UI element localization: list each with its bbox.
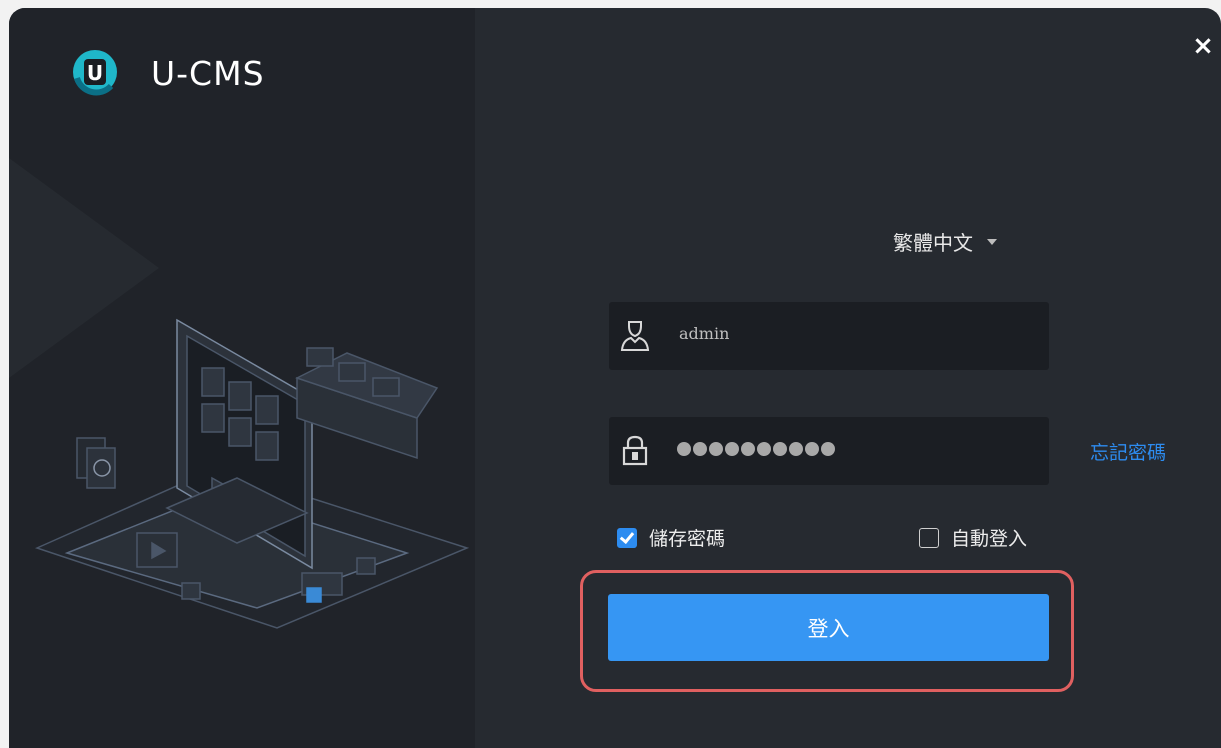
logo-letter: U [87, 61, 103, 85]
language-selector[interactable]: 繁體中文 [893, 227, 997, 256]
close-icon[interactable]: × [1192, 33, 1214, 59]
user-icon [620, 321, 650, 351]
lock-icon [622, 435, 648, 466]
language-label: 繁體中文 [893, 231, 973, 255]
auto-login-checkbox[interactable]: 自動登入 [919, 524, 1027, 551]
login-window: U U-CMS × 繁體中文 admin 忘記密碼 儲存密碼 自動登入 登入 [9, 8, 1221, 748]
illustration-panel: U U-CMS [9, 8, 475, 748]
app-title: U-CMS [151, 54, 265, 93]
auto-login-label: 自動登入 [951, 528, 1028, 550]
password-mask [677, 442, 835, 456]
remember-password-checkbox[interactable]: 儲存密碼 [617, 524, 725, 551]
username-value: admin [679, 324, 730, 343]
checkbox-unchecked-icon [919, 527, 939, 548]
password-field[interactable] [609, 417, 1049, 485]
forgot-password-link[interactable]: 忘記密碼 [1090, 438, 1166, 465]
checkbox-checked-icon [617, 527, 637, 548]
u-cms-logo-icon: U [73, 50, 117, 96]
surveillance-illustration [34, 318, 470, 629]
login-button[interactable]: 登入 [608, 594, 1049, 661]
username-field[interactable]: admin [609, 302, 1049, 370]
chevron-down-icon [987, 238, 997, 245]
remember-password-label: 儲存密碼 [649, 528, 726, 550]
